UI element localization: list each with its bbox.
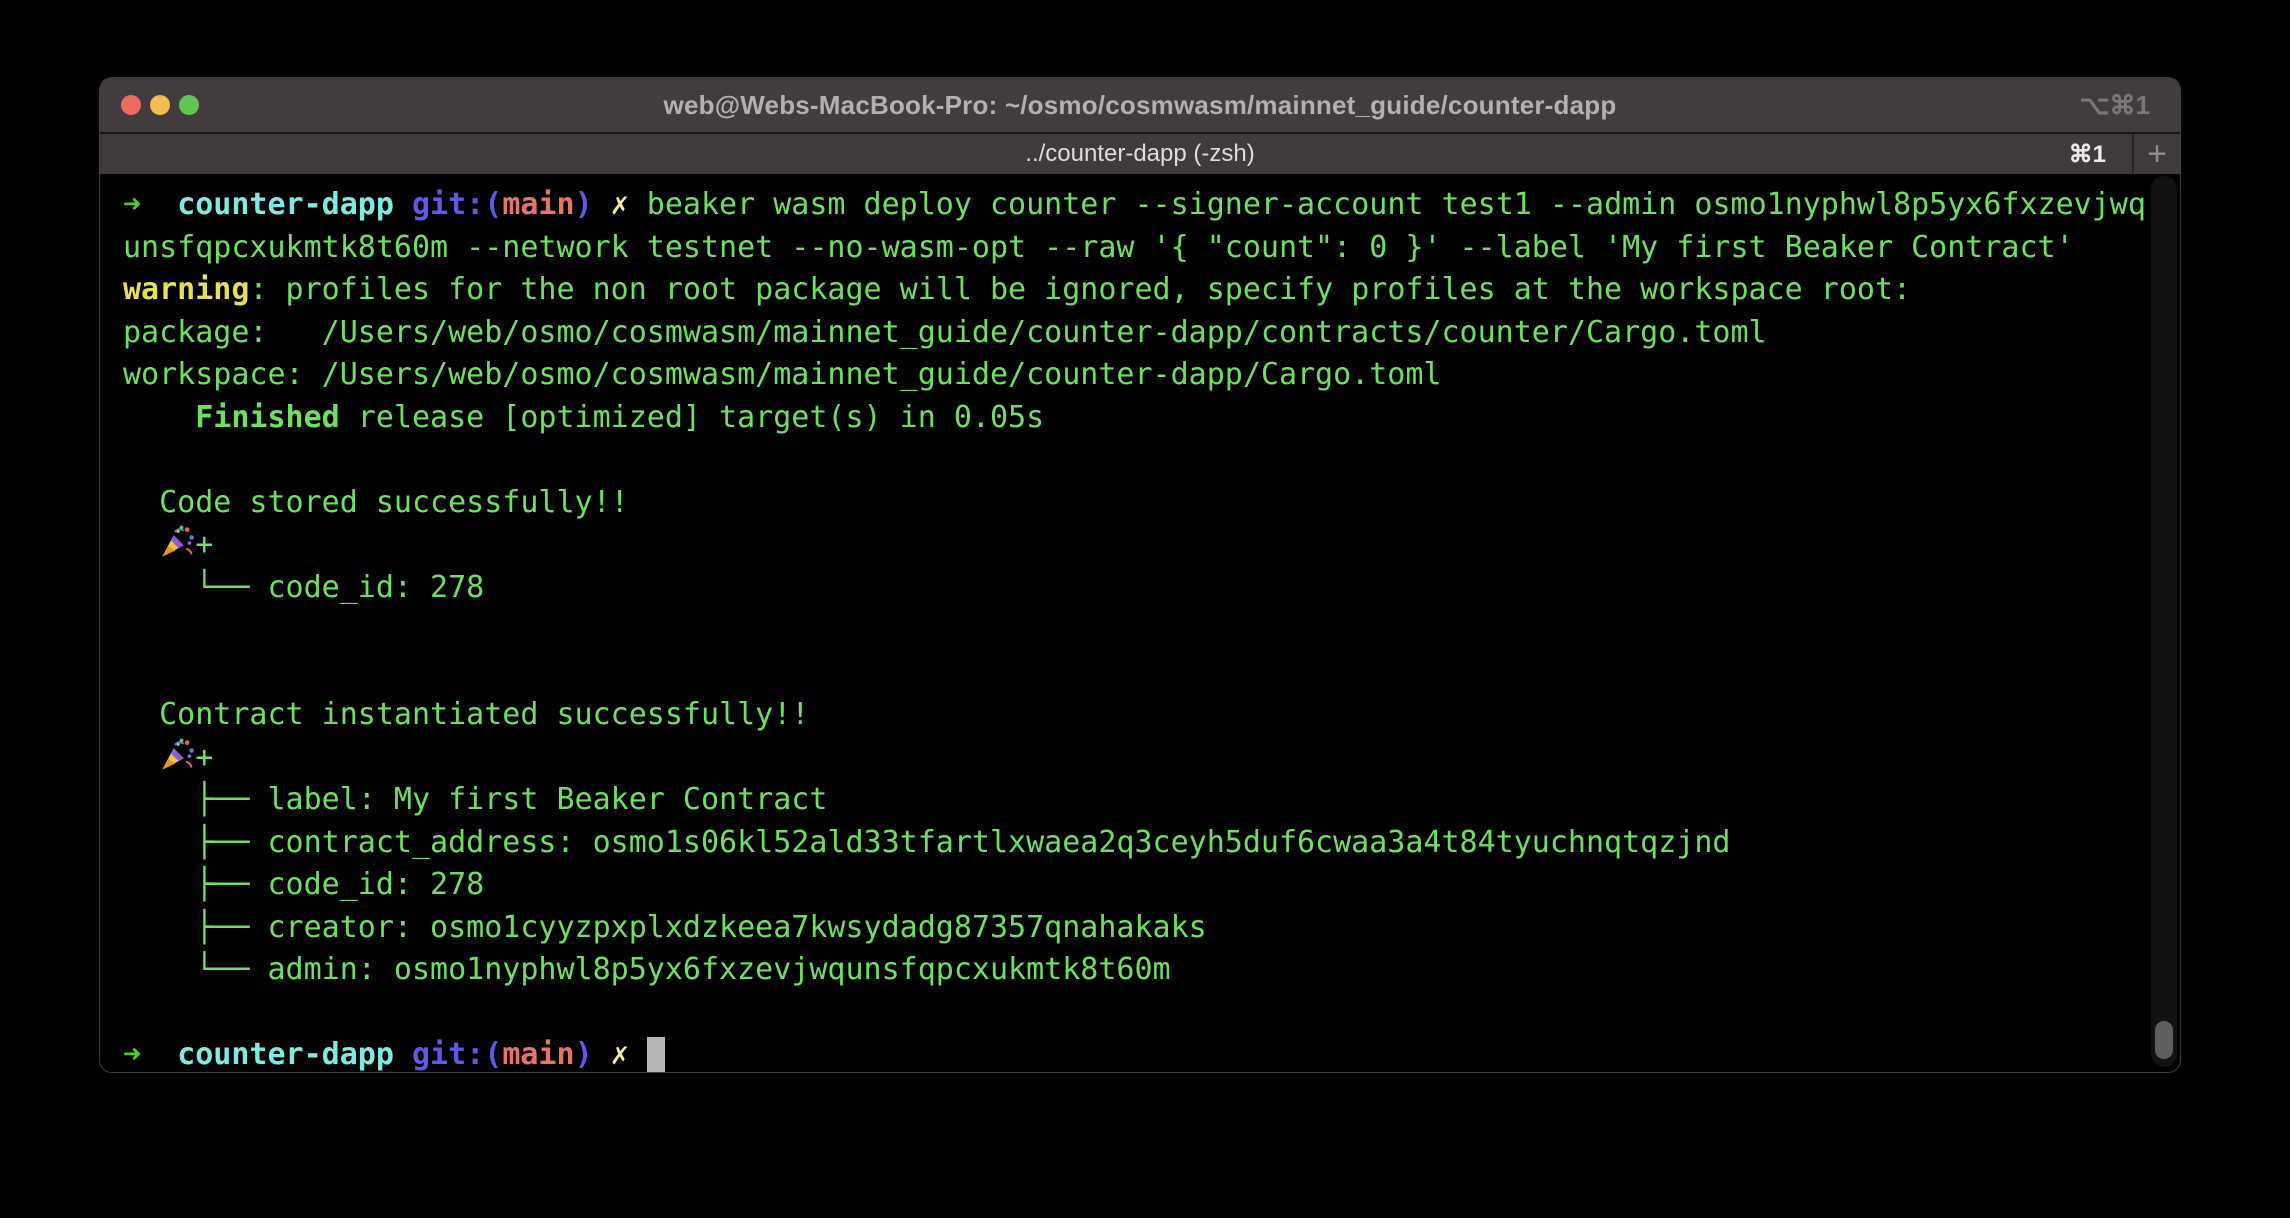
terminal-text-segment: ✗ — [611, 1037, 629, 1072]
terminal-text-segment: counter-dapp — [177, 187, 394, 222]
new-tab-button[interactable]: + — [2132, 134, 2180, 174]
terminal-text-segment: git:( — [412, 187, 502, 222]
terminal-text-segment: ✗ — [611, 187, 629, 222]
window-shortcut-badge: ⌥⌘1 — [2080, 78, 2150, 132]
terminal-text-segment — [141, 1037, 177, 1072]
terminal-line — [123, 992, 2180, 1035]
traffic-lights — [121, 95, 199, 115]
terminal-line — [123, 652, 2180, 695]
terminal-text-segment: release [optimized] target(s) in 0.05s — [340, 400, 1044, 435]
terminal-text-segment: git:( — [412, 1037, 502, 1072]
terminal-line: package: /Users/web/osmo/cosmwasm/mainne… — [123, 312, 2180, 355]
terminal-text-segment: main — [502, 187, 574, 222]
terminal-line: workspace: /Users/web/osmo/cosmwasm/main… — [123, 354, 2180, 397]
terminal-text-segment: ➜ — [123, 187, 141, 222]
terminal-line: unsfqpcxukmtk8t60m --network testnet --n… — [123, 227, 2180, 270]
title-bar[interactable]: web@Webs-MacBook-Pro: ~/osmo/cosmwasm/ma… — [100, 78, 2180, 132]
terminal-text-segment — [593, 1037, 611, 1072]
terminal-text-segment: counter-dapp — [177, 1037, 394, 1072]
terminal-text-segment: Code stored successfully!! — [123, 485, 647, 520]
terminal-line: └── code_id: 278 — [123, 567, 2180, 610]
terminal-cursor — [647, 1037, 665, 1072]
terminal-text-segment: + — [123, 527, 213, 562]
zoom-button[interactable] — [179, 95, 199, 115]
terminal-line: ├── label: My first Beaker Contract — [123, 779, 2180, 822]
terminal-text-segment: unsfqpcxukmtk8t60m --network testnet --n… — [123, 230, 2074, 265]
terminal-line: warning: profiles for the non root packa… — [123, 269, 2180, 312]
terminal-text-segment: + — [123, 740, 213, 775]
terminal-line: ➜ counter-dapp git:(main) ✗ beaker wasm … — [123, 184, 2180, 227]
window-title: web@Webs-MacBook-Pro: ~/osmo/cosmwasm/ma… — [100, 78, 2180, 132]
terminal-text-segment: beaker wasm deploy counter --signer-acco… — [629, 187, 2146, 222]
terminal-text-segment: Finished — [123, 400, 340, 435]
terminal-line: Finished release [optimized] target(s) i… — [123, 397, 2180, 440]
plus-icon: + — [2147, 135, 2167, 174]
scrollbar-thumb[interactable] — [2155, 1021, 2173, 1059]
terminal-line: ├── code_id: 278 — [123, 864, 2180, 907]
scrollbar-track[interactable] — [2151, 176, 2177, 1067]
terminal-text-segment: ) — [575, 1037, 593, 1072]
terminal-line — [123, 609, 2180, 652]
tab-bar: ../counter-dapp (-zsh) ⌘1 + — [100, 132, 2180, 174]
terminal-line: + — [123, 524, 2180, 567]
terminal-text-segment — [394, 187, 412, 222]
terminal-line: └── admin: osmo1nyphwl8p5yx6fxzevjwqunsf… — [123, 949, 2180, 992]
terminal-text-segment: package: /Users/web/osmo/cosmwasm/mainne… — [123, 315, 1767, 350]
terminal-text-segment: └── code_id: 278 — [123, 570, 484, 605]
terminal-line: + — [123, 737, 2180, 780]
tab-bar-right: ⌘1 + — [2069, 134, 2180, 174]
close-button[interactable] — [121, 95, 141, 115]
terminal-text-segment: ├── label: My first Beaker Contract — [123, 782, 827, 817]
terminal-text-segment: Contract instantiated successfully!! — [123, 697, 827, 732]
terminal-text-segment — [629, 1037, 647, 1072]
terminal-line: Contract instantiated successfully!! — [123, 694, 2180, 737]
terminal-line: ➜ counter-dapp git:(main) ✗ — [123, 1034, 2180, 1072]
tab-shortcut-badge: ⌘1 — [2069, 140, 2106, 169]
terminal-screen[interactable]: ➜ counter-dapp git:(main) ✗ beaker wasm … — [100, 174, 2180, 1072]
terminal-text-segment: : profiles for the non root package will… — [249, 272, 1911, 307]
terminal-window: web@Webs-MacBook-Pro: ~/osmo/cosmwasm/ma… — [100, 78, 2180, 1072]
terminal-line: Code stored successfully!! — [123, 482, 2180, 525]
terminal-line: ├── creator: osmo1cyyzpxplxdzkeea7kwsyda… — [123, 907, 2180, 950]
minimize-button[interactable] — [150, 95, 170, 115]
terminal-line: ├── contract_address: osmo1s06kl52ald33t… — [123, 822, 2180, 865]
terminal-text-segment: ├── contract_address: osmo1s06kl52ald33t… — [123, 825, 1730, 860]
tab-counter-dapp[interactable]: ../counter-dapp (-zsh) — [1025, 134, 1254, 174]
terminal-text-segment: ) — [575, 187, 593, 222]
terminal-line — [123, 439, 2180, 482]
terminal-text-segment: workspace: /Users/web/osmo/cosmwasm/main… — [123, 357, 1442, 392]
terminal-text-segment — [141, 187, 177, 222]
terminal-text-segment — [394, 1037, 412, 1072]
terminal-text-segment: ├── creator: osmo1cyyzpxplxdzkeea7kwsyda… — [123, 910, 1207, 945]
terminal-text-segment: main — [502, 1037, 574, 1072]
terminal-text-segment: warning — [123, 272, 249, 307]
terminal-text-segment: └── admin: osmo1nyphwl8p5yx6fxzevjwqunsf… — [123, 952, 1171, 987]
terminal-text-segment: ├── code_id: 278 — [123, 867, 484, 902]
terminal-text-segment: ➜ — [123, 1037, 141, 1072]
terminal-text-segment — [593, 187, 611, 222]
